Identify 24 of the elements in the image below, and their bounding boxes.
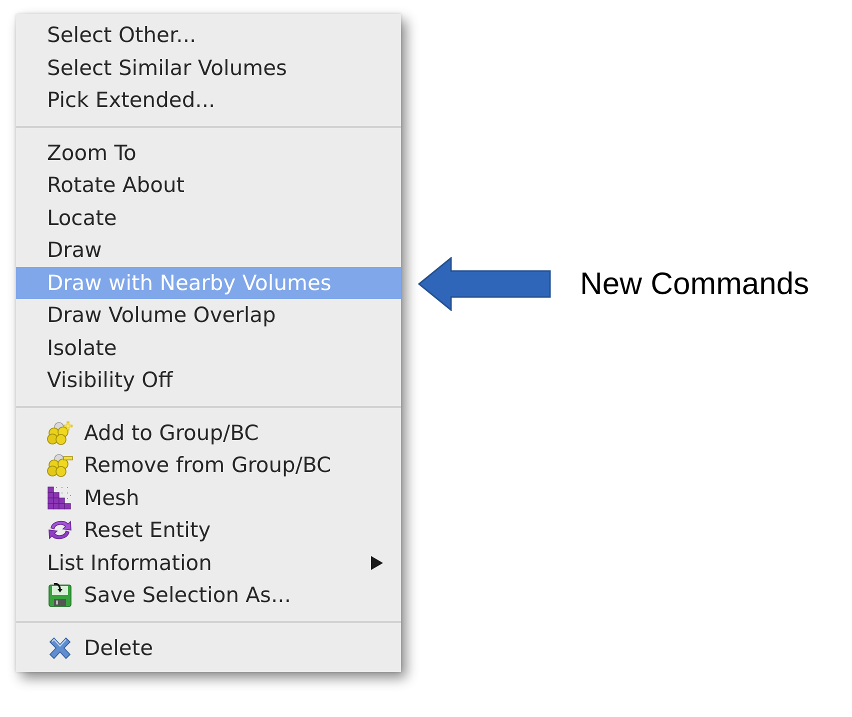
menu-item[interactable]: Rotate About [16,169,401,202]
menu-item[interactable]: Save Selection As... [16,579,401,612]
menu-item[interactable]: Locate [16,202,401,234]
menu-item[interactable]: Draw Volume Overlap [16,299,401,332]
menu-item[interactable]: Select Similar Volumes [16,52,401,84]
menu-item[interactable]: Zoom To [16,136,401,169]
mesh-icon [47,486,73,510]
menu-item[interactable]: Reset Entity [16,514,401,546]
submenu-arrow-icon [371,556,383,570]
circular-arrows-icon [47,518,73,542]
menu-item[interactable]: Isolate [16,332,401,364]
menu-item[interactable]: Mesh [16,482,401,514]
spheres-minus-icon [47,453,73,478]
menu-item[interactable]: Pick Extended... [16,84,401,116]
spheres-plus-icon [47,420,73,445]
menu-item[interactable]: Add to Group/BC [16,416,401,449]
menu-item[interactable]: Delete [16,632,401,664]
menu-item[interactable]: List Information [16,546,401,579]
menu-item[interactable]: Visibility Off [16,364,401,396]
callout-label: New Commands [580,266,810,302]
menu-item[interactable]: Remove from Group/BC [16,449,401,482]
menu-item[interactable]: Draw [16,234,401,266]
x-cross-icon [47,636,73,660]
menu-item[interactable]: Select Other... [16,19,401,52]
